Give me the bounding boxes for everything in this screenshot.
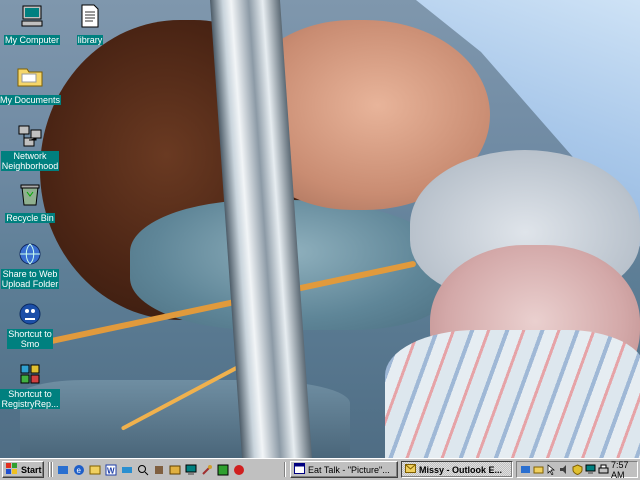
- quick-launch-network-icon[interactable]: [120, 462, 134, 477]
- desktop-icon-my-documents[interactable]: My Documents: [0, 62, 62, 108]
- task-label: Eat Talk - "Picture"...: [308, 464, 390, 475]
- desktop-icon-label: My Computer: [3, 35, 60, 45]
- svg-text:e: e: [77, 466, 82, 475]
- my-computer-icon: [17, 2, 47, 30]
- desktop-icon-my-computer[interactable]: My Computer: [0, 2, 64, 48]
- desktop-icon-label: Share to Web Upload Folder: [0, 269, 60, 289]
- taskbar-task-outlook[interactable]: Missy - Outlook E...: [401, 461, 513, 478]
- taskbar-separator: [51, 462, 53, 477]
- quick-launch-outlook-icon[interactable]: [88, 462, 102, 477]
- desktop-icon-label: Shortcut to Smo: [7, 329, 53, 349]
- folder-icon: [15, 62, 45, 90]
- desktop-icon-shortcut-registry[interactable]: Shortcut to RegistryRep...: [0, 360, 62, 412]
- start-button[interactable]: Start: [2, 461, 44, 478]
- svg-text:W: W: [107, 466, 115, 475]
- quick-launch-explorer-icon[interactable]: [168, 462, 182, 477]
- quick-launch-desktop-icon[interactable]: [56, 462, 70, 477]
- quick-launch-image-icon[interactable]: [216, 462, 230, 477]
- document-icon: [75, 2, 105, 30]
- network-icon: [15, 122, 45, 150]
- desktop-icon-label: library: [76, 35, 104, 45]
- taskbar-clock[interactable]: 7:57 AM: [611, 460, 634, 480]
- start-label: Start: [21, 464, 42, 475]
- quick-launch-ie-icon[interactable]: e: [72, 462, 86, 477]
- taskbar-task-eat-talk[interactable]: Eat Talk - "Picture"...: [290, 461, 398, 478]
- task-label: Missy - Outlook E...: [419, 464, 503, 475]
- quick-launch-stop-icon[interactable]: [232, 462, 246, 477]
- system-tray: 7:57 AM: [516, 460, 638, 480]
- tray-cursor-icon[interactable]: [546, 464, 557, 476]
- desktop-wallpaper: [0, 0, 640, 458]
- recycle-bin-icon: [15, 180, 45, 208]
- quick-launch-monitor-icon[interactable]: [184, 462, 198, 477]
- registry-icon: [15, 360, 45, 388]
- desktop-icon-recycle-bin[interactable]: Recycle Bin: [0, 180, 62, 226]
- taskbar-separator: [48, 462, 50, 477]
- web-share-icon: [15, 240, 45, 268]
- taskbar-separator: [284, 462, 286, 477]
- quick-launch-word-icon[interactable]: W: [104, 462, 118, 477]
- windows-logo-icon: [6, 463, 18, 476]
- quick-launch-bar: e W: [56, 462, 246, 477]
- desktop-icon-label: Shortcut to RegistryRep...: [0, 389, 60, 409]
- outlook-window-icon: [405, 463, 416, 476]
- taskbar: Start e W Eat Talk - "Picture"... Missy …: [0, 458, 640, 480]
- quick-launch-app-icon[interactable]: [152, 462, 166, 477]
- tray-network-icon[interactable]: [520, 464, 531, 475]
- desktop-icon-label: Recycle Bin: [5, 213, 55, 223]
- tray-folder-icon[interactable]: [533, 464, 544, 475]
- desktop-icon-label: Network Neighborhood: [0, 151, 60, 171]
- quick-launch-search-icon[interactable]: [136, 462, 150, 477]
- tray-monitor-icon[interactable]: [585, 464, 596, 475]
- tray-printer-icon[interactable]: [598, 464, 609, 475]
- wallpaper-swaddle: [385, 330, 640, 458]
- desktop-icon-library[interactable]: library: [58, 2, 122, 48]
- tray-shield-icon[interactable]: [572, 464, 583, 476]
- desktop-icon-label: My Documents: [0, 95, 62, 105]
- desktop-icon-share-to-web[interactable]: Share to Web Upload Folder: [0, 240, 62, 292]
- shortcut-icon: [15, 300, 45, 328]
- desktop-icon-network-neighborhood[interactable]: Network Neighborhood: [0, 122, 62, 174]
- browser-window-icon: [294, 463, 305, 476]
- desktop-icon-shortcut-smo[interactable]: Shortcut to Smo: [0, 300, 62, 352]
- quick-launch-tools-icon[interactable]: [200, 462, 214, 477]
- tray-volume-icon[interactable]: [559, 464, 570, 475]
